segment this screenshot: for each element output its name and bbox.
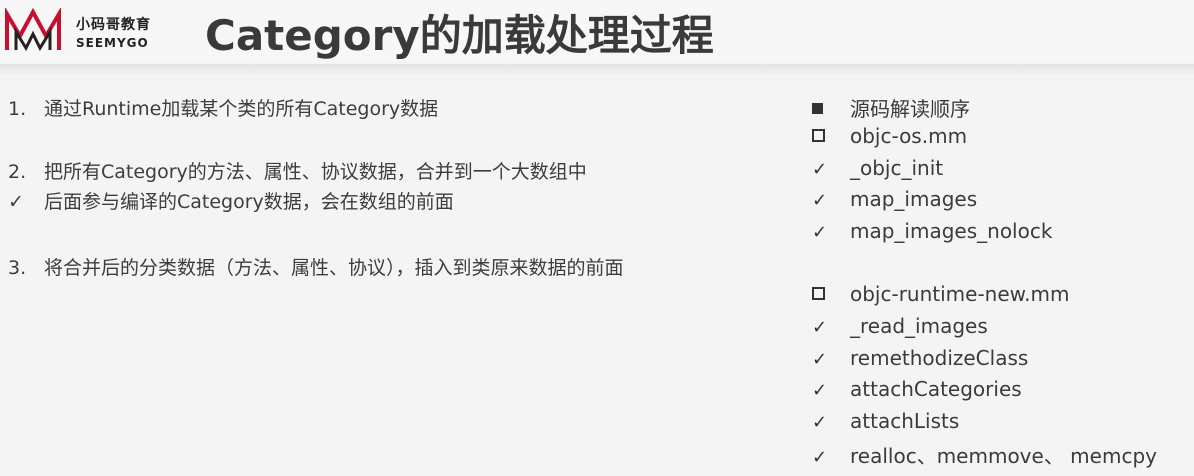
check-icon: ✓ bbox=[812, 380, 828, 401]
list-item: 3. 将合并后的分类数据（方法、属性、协议），插入到类原来数据的前面 bbox=[8, 253, 624, 280]
list-item: ✓ remethodizeClass bbox=[812, 346, 1028, 370]
list-item: ✓ _objc_init bbox=[812, 156, 943, 180]
list-item: ✓ _read_images bbox=[812, 314, 988, 338]
header: 小码哥教育 SEEMYGO Category的加载处理过程 bbox=[0, 0, 1194, 62]
list-item: ✓ attachLists bbox=[812, 409, 959, 433]
list-item: objc-os.mm bbox=[812, 124, 967, 148]
list-item: ✓ 后面参与编译的Category数据，会在数组的前面 bbox=[8, 187, 454, 214]
logo-english-text: SEEMYGO bbox=[76, 36, 149, 50]
item-text: _read_images bbox=[850, 314, 988, 338]
title-divider bbox=[0, 64, 1194, 74]
item-text: attachLists bbox=[850, 409, 960, 433]
check-icon: ✓ bbox=[812, 447, 828, 468]
item-text: map_images bbox=[850, 187, 978, 211]
check-icon: ✓ bbox=[812, 317, 828, 338]
check-icon: ✓ bbox=[812, 159, 828, 180]
item-text: objc-runtime-new.mm bbox=[850, 282, 1070, 306]
check-icon: ✓ bbox=[812, 412, 828, 433]
logo-chinese-text: 小码哥教育 bbox=[76, 17, 151, 33]
item-text: objc-os.mm bbox=[850, 124, 968, 148]
filled-square-icon bbox=[812, 103, 823, 114]
list-item: objc-runtime-new.mm bbox=[812, 282, 1070, 306]
check-icon: ✓ bbox=[812, 349, 828, 370]
item-marker: 3. bbox=[8, 257, 27, 279]
check-icon: ✓ bbox=[812, 190, 828, 211]
list-item: ✓ map_images_nolock bbox=[812, 219, 1052, 243]
list-item: ✓ attachCategories bbox=[812, 377, 1022, 401]
item-text: realloc、memmove、 memcpy bbox=[850, 444, 1157, 468]
item-text: 源码解读顺序 bbox=[850, 97, 970, 121]
item-text: 通过Runtime加载某个类的所有Category数据 bbox=[44, 98, 439, 120]
item-text: 后面参与编译的Category数据，会在数组的前面 bbox=[44, 191, 454, 213]
item-marker: 1. bbox=[8, 98, 27, 120]
item-text: 把所有Category的方法、属性、协议数据，合并到一个大数组中 bbox=[44, 161, 587, 183]
page-title: Category的加载处理过程 bbox=[205, 11, 714, 60]
logo: 小码哥教育 SEEMYGO bbox=[4, 6, 179, 54]
check-icon: ✓ bbox=[812, 222, 828, 243]
list-item: 1. 通过Runtime加载某个类的所有Category数据 bbox=[8, 94, 438, 121]
open-square-icon bbox=[812, 129, 825, 142]
list-item: 源码解读顺序 bbox=[812, 93, 970, 122]
item-text: map_images_nolock bbox=[850, 219, 1053, 243]
item-text: attachCategories bbox=[850, 377, 1022, 401]
check-icon: ✓ bbox=[8, 191, 24, 213]
seemygo-logo-icon bbox=[5, 8, 61, 52]
open-square-icon bbox=[812, 287, 825, 300]
item-text: remethodizeClass bbox=[850, 346, 1029, 370]
item-text: 将合并后的分类数据（方法、属性、协议），插入到类原来数据的前面 bbox=[44, 257, 624, 279]
item-marker: 2. bbox=[8, 161, 27, 183]
list-item: 2. 把所有Category的方法、属性、协议数据，合并到一个大数组中 bbox=[8, 157, 587, 184]
list-item: ✓ map_images bbox=[812, 187, 977, 211]
list-item: ✓ realloc、memmove、 memcpy bbox=[812, 440, 1157, 469]
item-text: _objc_init bbox=[850, 156, 944, 180]
